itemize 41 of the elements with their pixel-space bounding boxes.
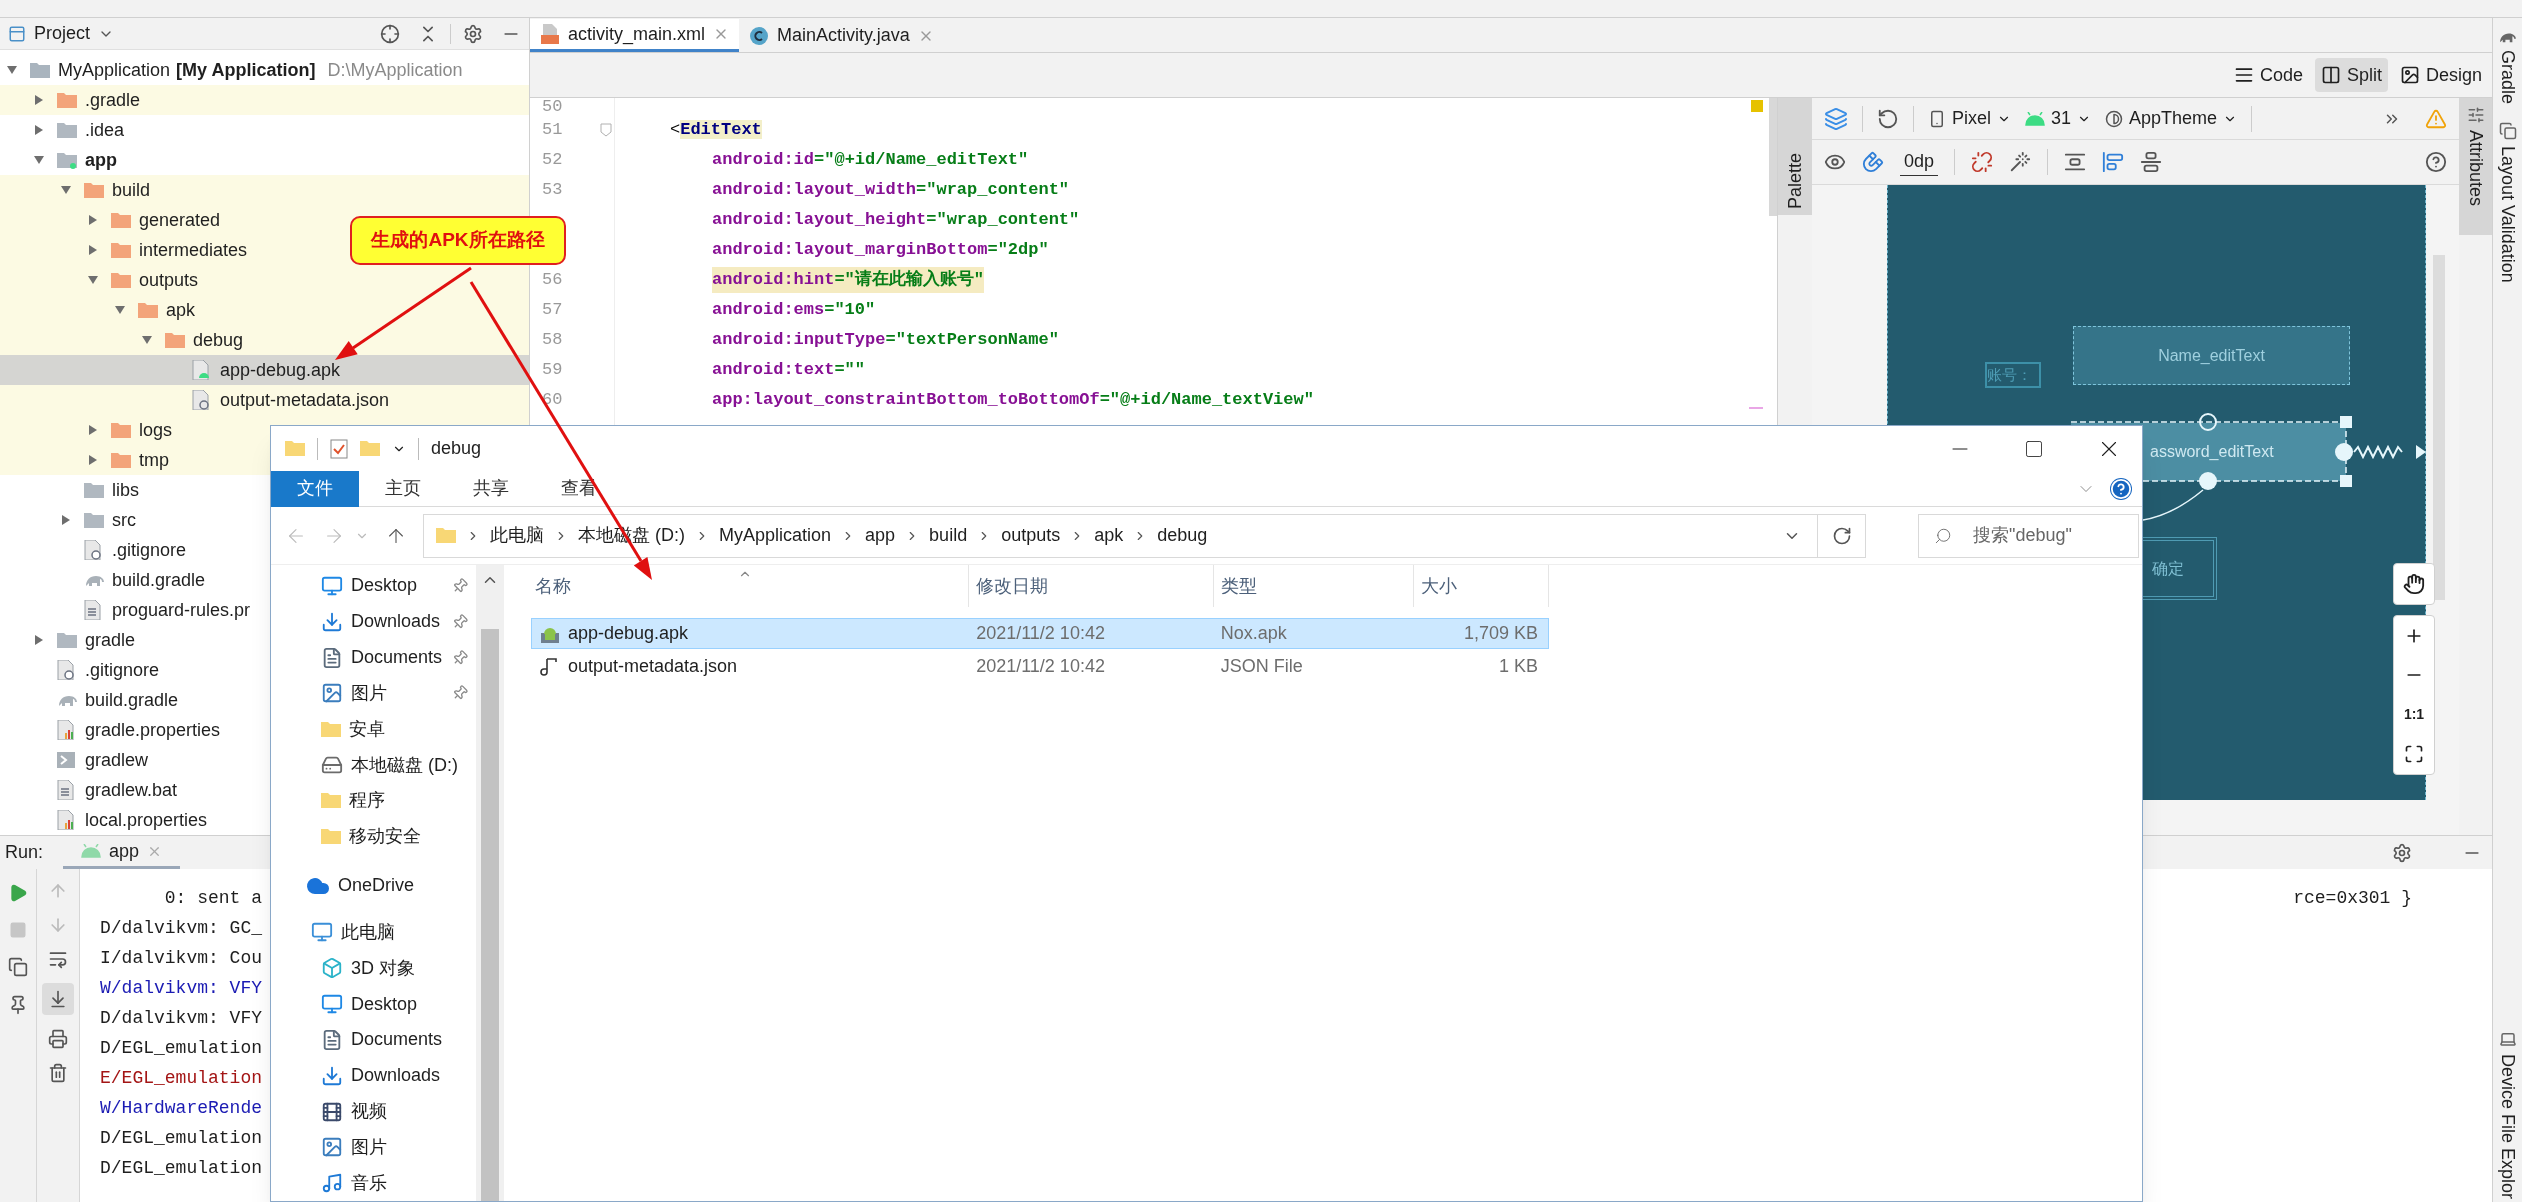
line-number: 59 xyxy=(541,359,563,382)
panel-title: Run: xyxy=(5,841,44,864)
table-cell-text: 2021/11/2 10:42 xyxy=(975,655,1106,678)
code-line: app:layout_constraintBottom_toBottomOf="@+id/Name_textView" xyxy=(712,389,1314,412)
console-line: D/dalvikvm: VFY xyxy=(100,1006,263,1030)
line-number: 50 xyxy=(541,98,563,115)
table-cell-text: JSON File xyxy=(1219,655,1304,678)
code-line: android:ems="10" xyxy=(712,299,876,322)
table-cell-text: Nox.apk xyxy=(1219,622,1288,645)
console-line: D/dalvikvm: GC_ xyxy=(100,916,263,940)
text-view: 账号： xyxy=(1985,362,2041,388)
console-line: D/EGL_emulation xyxy=(100,1126,263,1150)
console-line: E/EGL_emulation xyxy=(100,1066,263,1090)
edit-text-outline: Name_editText xyxy=(2073,326,2350,385)
code-line: android:layout_marginBottom="2dp" xyxy=(712,239,1049,262)
console-line: W/dalvikvm: VFY xyxy=(100,976,263,1000)
table-cell-text: 1,709 KB xyxy=(1462,622,1539,645)
line-number: 51 xyxy=(541,119,563,142)
line-number: 58 xyxy=(541,329,563,352)
code-line: <EditText xyxy=(670,119,762,142)
console-line: D/EGL_emulation xyxy=(100,1036,263,1060)
line-number: 57 xyxy=(541,299,563,322)
line-number: 52 xyxy=(541,149,563,172)
console-line: W/HardwareRende xyxy=(100,1096,263,1120)
console-line: rce=0x301 } xyxy=(2293,886,2412,910)
table-cell-text: 2021/11/2 10:42 xyxy=(975,622,1106,645)
code-line: android:inputType="textPersonName" xyxy=(712,329,1059,352)
console-line: I/dalvikvm: Cou xyxy=(100,946,263,970)
console-line: 0: sent a xyxy=(163,886,263,910)
line-number: 53 xyxy=(541,179,563,202)
line-number: 56 xyxy=(541,269,563,292)
file-name: output-metadata.json xyxy=(568,655,738,678)
annotation-tooltip: 生成的APK所在路径 xyxy=(350,216,566,265)
code-line: android:text="" xyxy=(712,359,866,382)
code-line: android:layout_width="wrap_content" xyxy=(712,179,1070,202)
table-cell-text: 1 KB xyxy=(1497,655,1539,678)
panel-title: Project xyxy=(34,22,91,45)
code-line: android:id="@+id/Name_editText" xyxy=(712,149,1029,172)
console-line: D/EGL_emulation xyxy=(100,1156,263,1180)
code-line: android:layout_height="wrap_content" xyxy=(712,209,1080,232)
file-name: app-debug.apk xyxy=(568,622,689,645)
